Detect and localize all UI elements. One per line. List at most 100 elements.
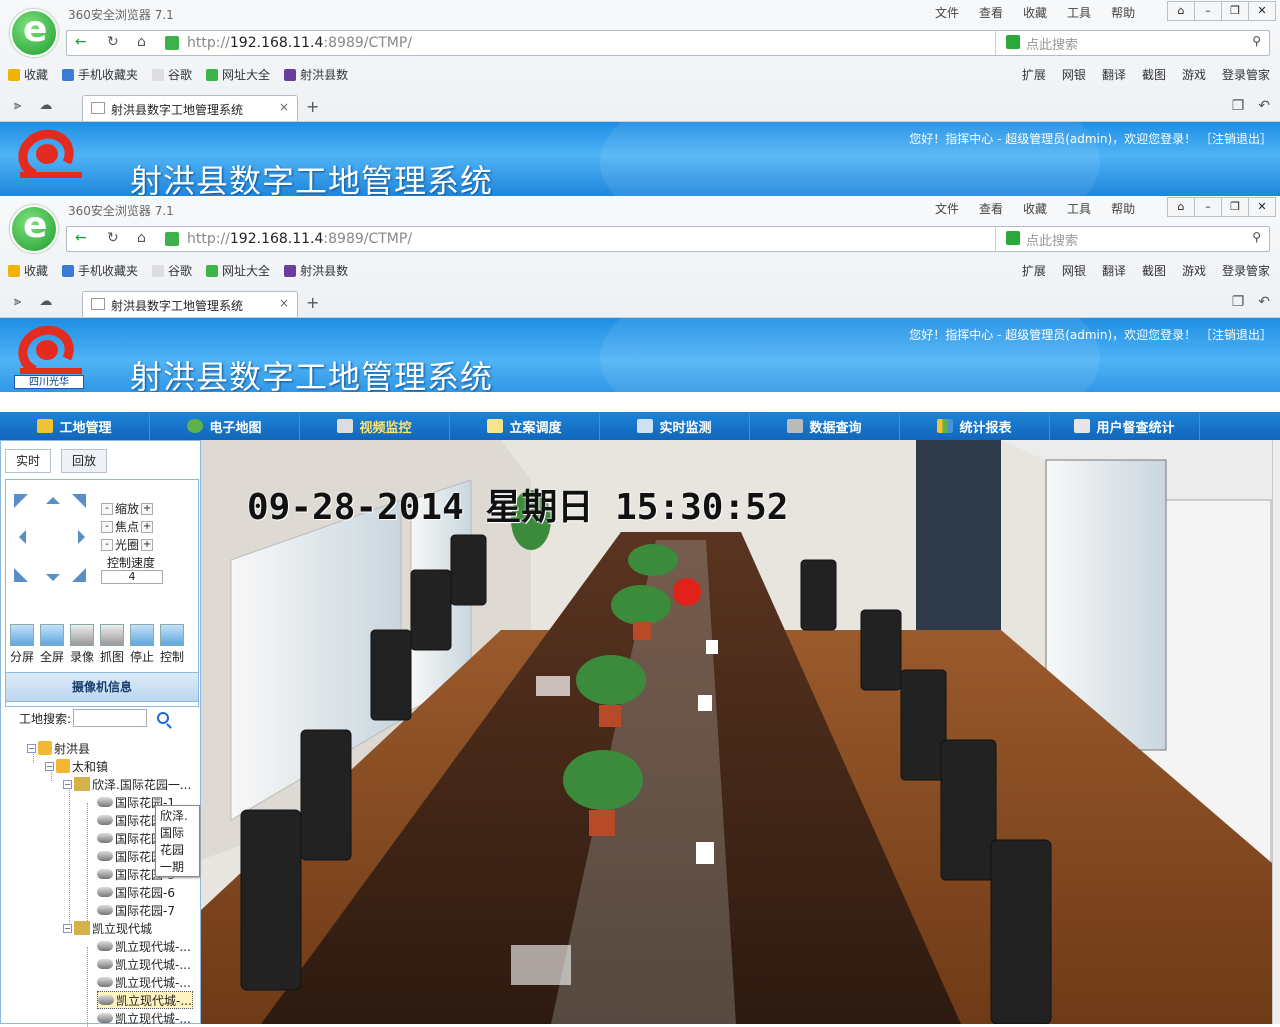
search-icon[interactable] <box>157 712 170 724</box>
cloud-icon[interactable]: ☁ <box>39 98 52 113</box>
nav-site-management[interactable]: 工地管理 <box>0 412 150 440</box>
video-feed[interactable]: 09-28-2014 星期日 15:30:52 <box>201 440 1280 1024</box>
back-icon[interactable]: ← <box>75 230 87 246</box>
collapse-icon[interactable]: − <box>63 779 72 789</box>
menu-help[interactable]: 帮助 <box>1111 4 1135 21</box>
fav-item[interactable]: 手机收藏夹 <box>62 66 138 83</box>
tree-node-county[interactable]: − 射洪县 <box>27 739 90 757</box>
nav-video-monitoring[interactable]: 视频监控 <box>300 412 450 440</box>
site-search-input[interactable] <box>73 709 148 727</box>
search-engine-icon[interactable] <box>1006 231 1020 245</box>
tree-node-town[interactable]: − 太和镇 <box>45 757 108 775</box>
tool-translate[interactable]: 翻译 <box>1102 66 1126 83</box>
split-screen-button[interactable]: 分屏 <box>8 624 36 665</box>
tool-screenshot[interactable]: 截图 <box>1142 262 1166 279</box>
maximize-button[interactable]: ❐ <box>1221 1 1249 21</box>
arrow-down-left-icon[interactable] <box>14 568 28 582</box>
search-icon[interactable]: ⚲ <box>1252 230 1261 244</box>
menu-view[interactable]: 查看 <box>979 200 1003 217</box>
arrow-down-icon[interactable] <box>46 574 60 588</box>
undo-close-icon[interactable]: ↶ <box>1258 98 1270 114</box>
arrow-up-left-icon[interactable] <box>14 494 28 508</box>
fav-item[interactable]: 手机收藏夹 <box>62 262 138 279</box>
back-icon[interactable]: ← <box>75 34 87 50</box>
tool-games[interactable]: 游戏 <box>1182 66 1206 83</box>
url-input[interactable]: http://192.168.11.4:8989/CTMP/ <box>187 35 412 51</box>
tool-bank[interactable]: 网银 <box>1062 262 1086 279</box>
nav-user-inspection[interactable]: 用户督查统计 <box>1050 412 1200 440</box>
tool-login[interactable]: 登录管家 <box>1222 262 1270 279</box>
collapse-icon[interactable]: − <box>45 761 54 771</box>
cloud-icon[interactable]: ☁ <box>39 294 52 309</box>
fav-item[interactable]: 射洪县数 <box>284 66 348 83</box>
restore-tabs-icon[interactable]: ❐ <box>1232 294 1245 310</box>
pin-button[interactable]: ⌂ <box>1167 197 1195 217</box>
iris-open-button[interactable]: + <box>141 538 154 551</box>
menu-help[interactable]: 帮助 <box>1111 200 1135 217</box>
browser-tab[interactable]: 射洪县数字工地管理系统 × <box>82 291 298 317</box>
tool-extension[interactable]: 扩展 <box>1022 262 1046 279</box>
tree-node-camera[interactable]: 国际花园-7 <box>97 901 175 919</box>
tab-playback[interactable]: 回放 <box>61 449 107 473</box>
nav-map[interactable]: 电子地图 <box>150 412 300 440</box>
stop-button[interactable]: 停止 <box>128 624 156 665</box>
iris-close-button[interactable]: - <box>101 538 113 551</box>
collapse-icon[interactable]: − <box>63 923 72 933</box>
nav-realtime-monitor[interactable]: 实时监测 <box>600 412 750 440</box>
fav-item[interactable]: 网址大全 <box>206 262 270 279</box>
menu-view[interactable]: 查看 <box>979 4 1003 21</box>
tree-node-camera[interactable]: 凯立现代城-... <box>97 973 191 991</box>
menu-file[interactable]: 文件 <box>935 4 959 21</box>
arrow-down-right-icon[interactable] <box>72 568 86 582</box>
tree-node-camera[interactable]: 凯立现代城-... <box>97 1009 191 1027</box>
record-button[interactable]: 录像 <box>68 624 96 665</box>
tree-node-camera[interactable]: 凯立现代城-... <box>97 955 191 973</box>
fav-item[interactable]: 收藏 <box>8 66 48 83</box>
search-box[interactable]: 点此搜索 ⚲ <box>995 31 1271 55</box>
focus-out-button[interactable]: - <box>101 520 113 533</box>
refresh-icon[interactable]: ↻ <box>107 34 119 50</box>
home-icon[interactable]: ⌂ <box>137 34 146 50</box>
welcome-text[interactable]: 您好！指挥中心 - 超级管理员(admin)，欢迎您登录！ ［注销退出］ <box>909 130 1272 147</box>
fav-item[interactable]: 谷歌 <box>152 66 192 83</box>
zoom-in-button[interactable]: + <box>141 502 154 515</box>
tree-node-camera[interactable]: 国际花园-6 <box>97 883 175 901</box>
search-engine-icon[interactable] <box>1006 35 1020 49</box>
tree-node-camera[interactable]: 凯立现代城-... <box>97 937 191 955</box>
tool-screenshot[interactable]: 截图 <box>1142 66 1166 83</box>
sidebar-toggle-icon[interactable]: ⫸ <box>14 98 21 113</box>
search-input[interactable]: 点此搜索 <box>1026 230 1078 249</box>
menu-file[interactable]: 文件 <box>935 200 959 217</box>
search-box[interactable]: 点此搜索 ⚲ <box>995 227 1271 251</box>
fav-item[interactable]: 射洪县数 <box>284 262 348 279</box>
pin-button[interactable]: ⌂ <box>1167 1 1195 21</box>
speed-slider[interactable]: 4 <box>101 570 163 584</box>
home-icon[interactable]: ⌂ <box>137 230 146 246</box>
close-button[interactable]: ✕ <box>1248 1 1276 21</box>
search-input[interactable]: 点此搜索 <box>1026 34 1078 53</box>
tree-node-site[interactable]: − 凯立现代城 <box>63 919 152 937</box>
minimize-button[interactable]: – <box>1194 1 1222 21</box>
arrow-up-right-icon[interactable] <box>72 494 86 508</box>
tree-node-site[interactable]: − 欣泽.国际花园一... <box>63 775 191 793</box>
nav-dispatch[interactable]: 立案调度 <box>450 412 600 440</box>
menu-tools[interactable]: 工具 <box>1067 4 1091 21</box>
new-tab-icon[interactable]: + <box>306 293 319 312</box>
menu-tools[interactable]: 工具 <box>1067 200 1091 217</box>
focus-in-button[interactable]: + <box>141 520 154 533</box>
search-icon[interactable]: ⚲ <box>1252 34 1261 48</box>
menu-favorites[interactable]: 收藏 <box>1023 4 1047 21</box>
tool-games[interactable]: 游戏 <box>1182 262 1206 279</box>
fav-item[interactable]: 谷歌 <box>152 262 192 279</box>
browser-tab[interactable]: 射洪县数字工地管理系统 × <box>82 95 298 121</box>
minimize-button[interactable]: – <box>1194 197 1222 217</box>
arrow-left-icon[interactable] <box>12 530 26 544</box>
welcome-text[interactable]: 您好！指挥中心 - 超级管理员(admin)，欢迎您登录！ ［注销退出］ <box>909 326 1272 343</box>
tool-login[interactable]: 登录管家 <box>1222 66 1270 83</box>
fav-item[interactable]: 收藏 <box>8 262 48 279</box>
tab-close-icon[interactable]: × <box>279 100 289 114</box>
url-input[interactable]: http://192.168.11.4:8989/CTMP/ <box>187 231 412 247</box>
menu-favorites[interactable]: 收藏 <box>1023 200 1047 217</box>
sidebar-toggle-icon[interactable]: ⫸ <box>14 294 21 309</box>
snapshot-button[interactable]: 抓图 <box>98 624 126 665</box>
